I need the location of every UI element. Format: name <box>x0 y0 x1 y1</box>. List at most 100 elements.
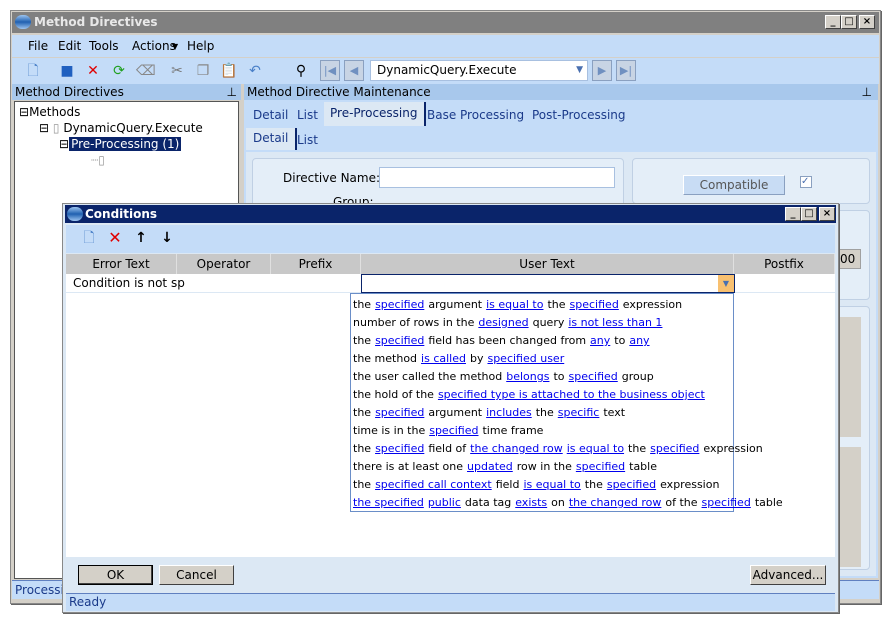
condition-link[interactable]: specified <box>607 478 656 491</box>
partial-value-field[interactable]: 00 <box>839 249 861 269</box>
close-button[interactable]: × <box>859 15 875 29</box>
move-up-icon[interactable]: ↑ <box>132 229 150 247</box>
dialog-minimize-button[interactable]: _ <box>785 207 801 221</box>
tab-detail[interactable]: Detail <box>253 108 288 122</box>
paste-icon[interactable]: 📋 <box>220 62 238 80</box>
menu-edit[interactable]: Edit <box>58 39 81 53</box>
new-icon[interactable]: 🗋 <box>24 62 42 80</box>
menu-help[interactable]: Help <box>187 39 214 53</box>
subtab-list[interactable]: List <box>297 133 318 147</box>
chevron-down-icon[interactable]: ▼ <box>576 61 583 80</box>
condition-link[interactable]: any <box>590 334 610 347</box>
tree-node-preprocessing[interactable]: ⊟ Pre-Processing (1) <box>59 137 182 151</box>
copy-icon[interactable]: ❐ <box>194 62 212 80</box>
column-header-operator[interactable]: Operator <box>177 254 271 274</box>
dropdown-option[interactable]: the specified argument is equal to the specif… <box>353 296 733 314</box>
record-combo[interactable]: DynamicQuery.Execute ▼ <box>370 60 588 81</box>
condition-link[interactable]: exists <box>515 496 547 509</box>
condition-link[interactable]: specified <box>375 298 424 311</box>
condition-link[interactable]: specified <box>702 496 751 509</box>
tab-base-processing[interactable]: Base Processing <box>427 108 524 122</box>
maximize-button[interactable]: □ <box>841 15 857 29</box>
next-record-button[interactable]: ▶ <box>592 60 612 81</box>
delete-icon[interactable]: ✕ <box>84 62 102 80</box>
dropdown-option[interactable]: time is in the specified time frame <box>353 422 733 440</box>
advanced-button[interactable]: Advanced... <box>750 565 826 585</box>
condition-link[interactable]: is equal to <box>486 298 543 311</box>
column-header-prefix[interactable]: Prefix <box>271 254 361 274</box>
condition-link[interactable]: specified <box>375 442 424 455</box>
new-condition-icon[interactable]: 🗋 <box>80 229 98 247</box>
chevron-down-icon[interactable]: ▼ <box>718 275 734 292</box>
compatible-checkbox[interactable]: ✓ <box>800 176 812 188</box>
dropdown-option[interactable]: the method is called by specified user <box>353 350 733 368</box>
condition-link[interactable]: specific <box>558 406 600 419</box>
directive-name-input[interactable] <box>379 167 615 188</box>
condition-link[interactable]: specified user <box>487 352 564 365</box>
condition-link[interactable]: is equal to <box>567 442 624 455</box>
dropdown-option[interactable]: the specified argument includes the specific t… <box>353 404 733 422</box>
condition-link[interactable]: specified <box>375 334 424 347</box>
dropdown-option[interactable]: the user called the method belongs to speci… <box>353 368 733 386</box>
condition-link[interactable]: the changed row <box>569 496 662 509</box>
dropdown-option[interactable]: number of rows in the designed query is not… <box>353 314 733 332</box>
menu-actions[interactable]: Actions <box>132 39 176 53</box>
move-down-icon[interactable]: ↓ <box>158 229 176 247</box>
condition-link[interactable]: the specified <box>353 496 424 509</box>
condition-link[interactable]: specified type is attached to the busine… <box>438 388 705 401</box>
tab-post-processing[interactable]: Post-Processing <box>532 108 626 122</box>
save-icon[interactable]: ■ <box>58 62 76 80</box>
condition-link[interactable]: any <box>629 334 649 347</box>
minimize-button[interactable]: _ <box>825 15 841 29</box>
dropdown-option[interactable]: the specified field has been changed from a… <box>353 332 733 350</box>
eraser-icon[interactable]: ⌫ <box>136 62 156 80</box>
condition-link[interactable]: is not less than 1 <box>568 316 662 329</box>
dialog-maximize-button[interactable]: □ <box>801 207 817 221</box>
condition-link[interactable]: includes <box>486 406 532 419</box>
condition-link[interactable]: is equal to <box>523 478 580 491</box>
user-text-combo[interactable]: ▼ <box>361 274 735 293</box>
dropdown-option[interactable]: the specified call context field is equal t… <box>353 476 733 494</box>
menu-tools[interactable]: Tools <box>89 39 119 53</box>
previous-record-button[interactable]: ◀ <box>344 60 364 81</box>
undo-icon[interactable]: ↶ <box>246 62 264 80</box>
dropdown-option[interactable]: there is at least one updated row in the sp… <box>353 458 733 476</box>
pin-icon[interactable]: ⊥ <box>862 84 872 100</box>
dropdown-option[interactable]: the hold of the specified type is attache… <box>353 386 733 404</box>
refresh-icon[interactable]: ⟳ <box>110 62 128 80</box>
table-row[interactable]: Condition is not sp ▼ <box>66 274 835 293</box>
cut-icon[interactable]: ✂ <box>168 62 186 80</box>
tab-list[interactable]: List <box>297 108 318 122</box>
dropdown-option[interactable]: the specified field of the changed row is eq… <box>353 440 763 458</box>
find-icon[interactable]: ⚲ <box>292 62 310 80</box>
menu-file[interactable]: File <box>28 39 48 53</box>
tree-node-methods[interactable]: ⊟Methods <box>19 105 80 119</box>
compatible-button[interactable]: Compatible <box>683 175 785 195</box>
last-record-button[interactable]: ▶| <box>616 60 636 81</box>
condition-link[interactable]: belongs <box>506 370 549 383</box>
first-record-button[interactable]: |◀ <box>320 60 340 81</box>
condition-link[interactable]: specified <box>429 424 478 437</box>
condition-link[interactable]: designed <box>478 316 528 329</box>
condition-link[interactable]: specified <box>569 370 618 383</box>
dropdown-option[interactable]: the specified public data tag exists on the c… <box>353 494 783 512</box>
condition-link[interactable]: specified <box>650 442 699 455</box>
condition-link[interactable]: the changed row <box>470 442 563 455</box>
delete-condition-icon[interactable]: ✕ <box>106 229 124 247</box>
subtab-detail[interactable]: Detail <box>246 128 298 150</box>
column-header-user-text[interactable]: User Text <box>361 254 734 274</box>
condition-link[interactable]: is called <box>421 352 466 365</box>
condition-link[interactable]: specified <box>570 298 619 311</box>
directive-node-icon[interactable]: ┈▯ <box>91 153 105 167</box>
dialog-close-button[interactable]: × <box>819 207 835 221</box>
column-header-postfix[interactable]: Postfix <box>734 254 835 274</box>
error-text-cell[interactable]: Condition is not sp <box>73 276 185 290</box>
condition-link[interactable]: updated <box>467 460 513 473</box>
condition-link[interactable]: specified call context <box>375 478 492 491</box>
condition-link[interactable]: specified <box>375 406 424 419</box>
tab-pre-processing[interactable]: Pre-Processing <box>324 102 426 126</box>
tree-node-dynamicquery[interactable]: ⊟ ▯ DynamicQuery.Execute <box>39 121 203 135</box>
cancel-button[interactable]: Cancel <box>159 565 234 585</box>
column-header-error-text[interactable]: Error Text <box>66 254 177 274</box>
condition-link[interactable]: public <box>428 496 461 509</box>
